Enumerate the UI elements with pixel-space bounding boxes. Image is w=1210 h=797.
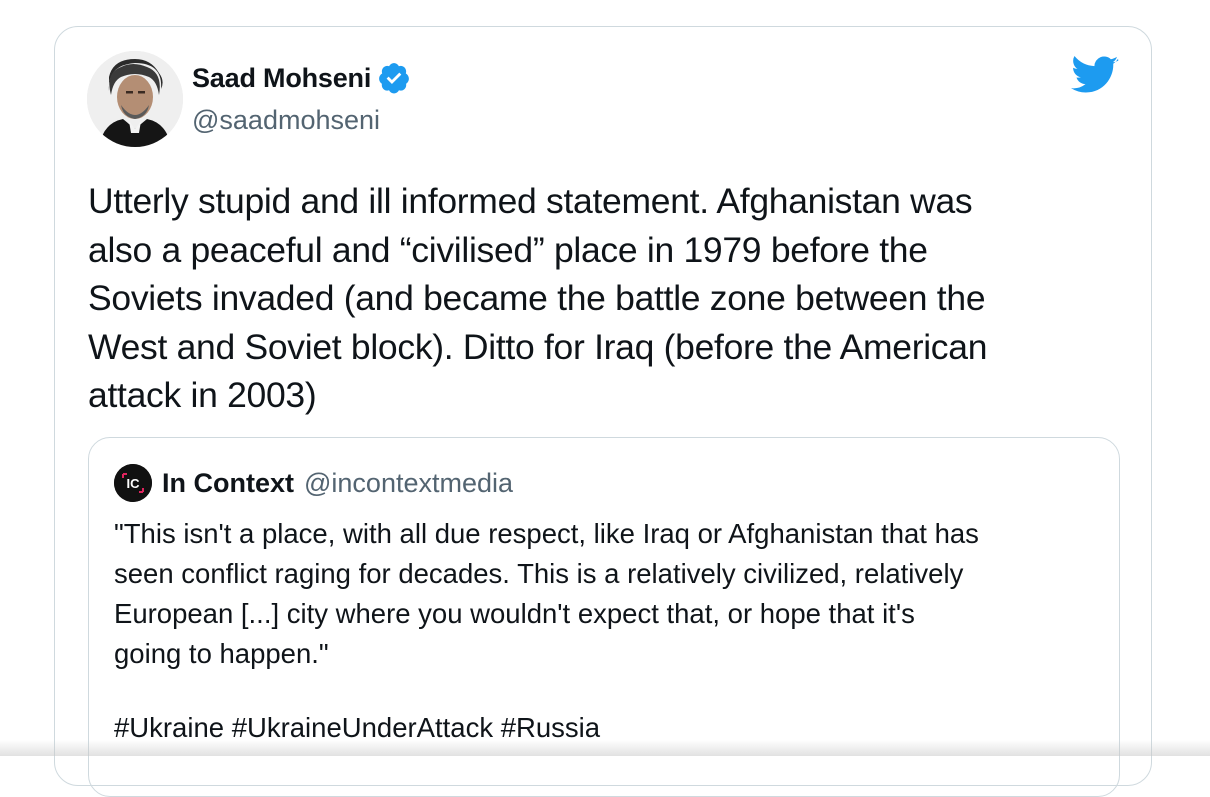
quoted-tweet-header: IC In Context @incontextmedia <box>114 464 513 502</box>
quoted-tweet-text: "This isn't a place, with all due respec… <box>114 518 979 669</box>
tweet-card[interactable]: Saad Mohseni @saadmohseni Utterly stupid… <box>54 26 1152 797</box>
author-avatar[interactable] <box>87 51 183 147</box>
author-name[interactable]: Saad Mohseni <box>192 61 411 95</box>
author-name-text: Saad Mohseni <box>192 62 372 93</box>
quoted-author-name[interactable]: In Context <box>162 468 294 499</box>
bottom-edge-shadow <box>0 740 1210 756</box>
author-handle[interactable]: @saadmohseni <box>192 105 380 136</box>
verified-badge-icon <box>379 63 410 94</box>
quoted-avatar-letters: IC <box>127 476 141 491</box>
quoted-author-avatar[interactable]: IC <box>114 464 152 502</box>
quoted-author-handle[interactable]: @incontextmedia <box>304 468 513 499</box>
tweet-text: Utterly stupid and ill informed statemen… <box>88 181 988 415</box>
in-context-logo-icon: IC <box>114 464 152 502</box>
person-portrait-icon <box>87 51 183 147</box>
twitter-bird-icon[interactable] <box>1071 55 1119 97</box>
